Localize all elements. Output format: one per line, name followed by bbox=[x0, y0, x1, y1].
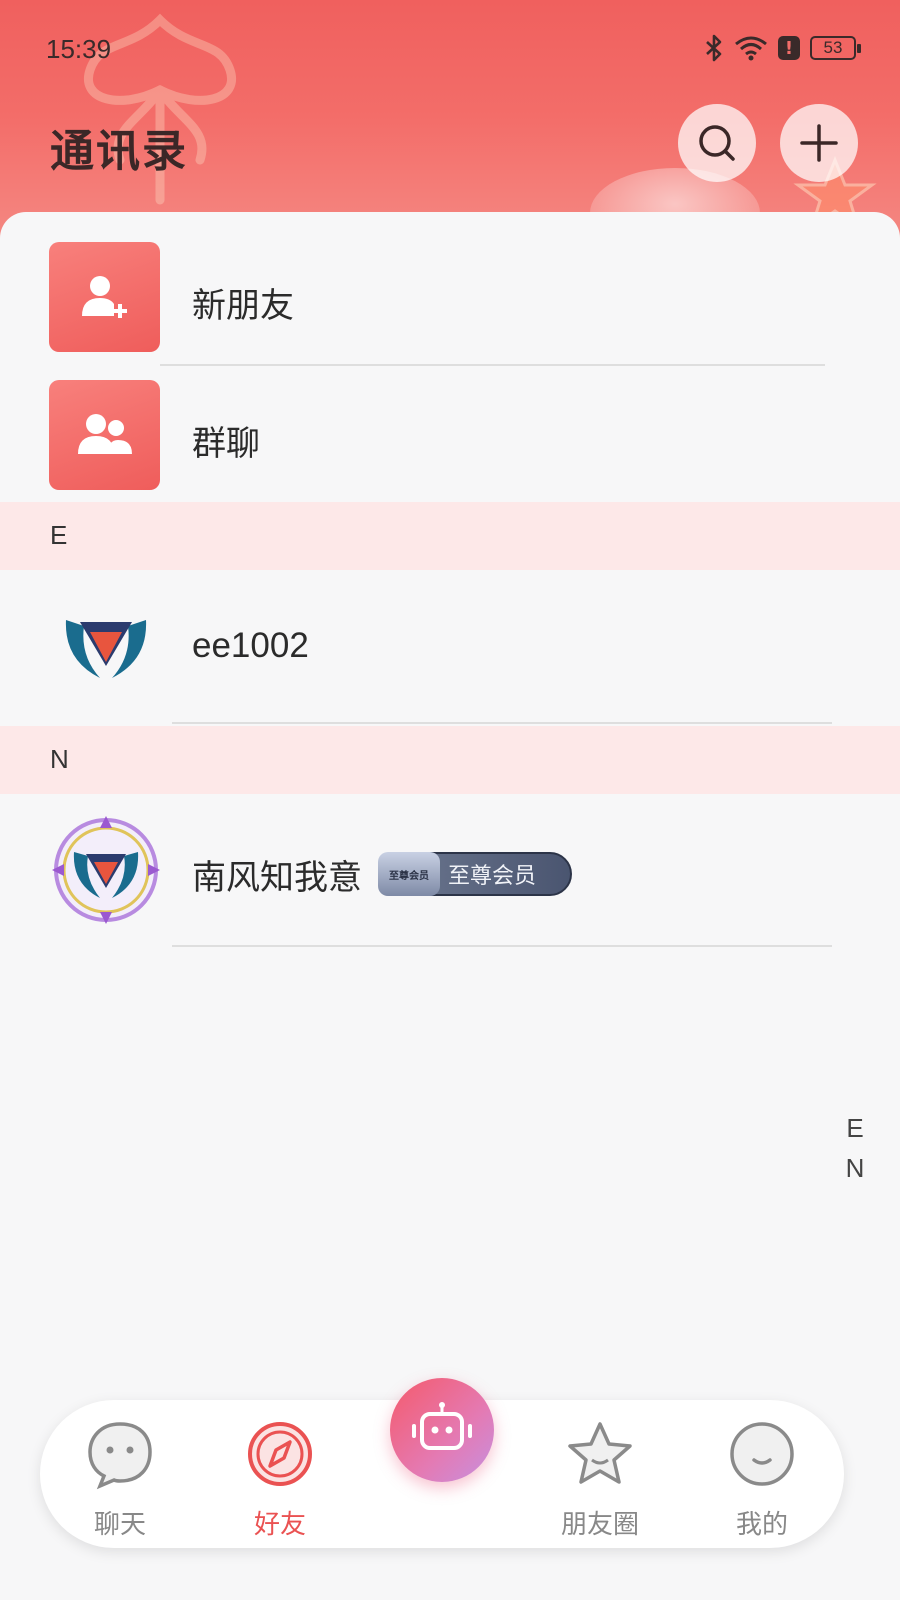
nav-label-me: 我的 bbox=[735, 1510, 788, 1540]
divider bbox=[172, 945, 832, 947]
index-letter-n[interactable]: N bbox=[840, 1148, 870, 1188]
new-friends-row[interactable]: 新朋友 bbox=[0, 212, 900, 352]
search-icon bbox=[699, 125, 735, 161]
section-header-e: E bbox=[0, 502, 900, 570]
index-letter-e[interactable]: E bbox=[840, 1108, 870, 1148]
status-time: 15:39 bbox=[46, 34, 112, 64]
nav-label-friends: 好友 bbox=[253, 1510, 306, 1540]
nav-label-moments: 朋友圈 bbox=[560, 1510, 639, 1540]
status-icons: ! 53 bbox=[704, 34, 861, 62]
compass-icon bbox=[248, 1422, 312, 1486]
vip-badge-label: 至尊会员 bbox=[448, 864, 537, 889]
section-header-n: N bbox=[0, 726, 900, 794]
star-icon bbox=[568, 1422, 632, 1484]
alphabet-index[interactable]: E N bbox=[840, 1108, 870, 1188]
framed-shield-logo-avatar bbox=[52, 816, 160, 924]
contact-row-ee1002[interactable]: ee1002 bbox=[0, 570, 900, 722]
bluetooth-icon bbox=[706, 34, 722, 62]
group-chat-row[interactable]: 群聊 bbox=[0, 350, 900, 490]
wifi-icon bbox=[735, 36, 767, 61]
robot-icon bbox=[412, 1402, 472, 1450]
contact-name: 南风知我意 bbox=[192, 858, 362, 898]
section-letter: E bbox=[50, 520, 68, 550]
divider bbox=[172, 722, 832, 724]
vip-emblem-icon: 至尊会员 bbox=[378, 852, 440, 896]
nav-item-friends[interactable]: 好友 bbox=[220, 1418, 340, 1541]
shield-logo-avatar bbox=[65, 620, 147, 678]
chat-bubble-icon bbox=[88, 1422, 152, 1490]
group-chat-icon bbox=[49, 380, 160, 490]
status-bar: 15:39 ! 53 bbox=[0, 28, 900, 72]
section-letter: N bbox=[50, 744, 69, 774]
smile-face-icon bbox=[730, 1422, 794, 1486]
group-chat-label: 群聊 bbox=[192, 424, 260, 464]
add-friend-icon bbox=[49, 242, 160, 352]
alert-icon: ! bbox=[778, 36, 800, 60]
battery-icon: 53 bbox=[810, 36, 861, 60]
plus-icon bbox=[800, 124, 838, 162]
new-friends-label: 新朋友 bbox=[192, 286, 294, 326]
search-button[interactable] bbox=[678, 104, 756, 182]
ai-assistant-button[interactable] bbox=[390, 1378, 494, 1482]
nav-item-me[interactable]: 我的 bbox=[702, 1418, 822, 1541]
add-button[interactable] bbox=[780, 104, 858, 182]
nav-item-chat[interactable]: 聊天 bbox=[60, 1418, 180, 1541]
contact-row-nanfeng[interactable]: 南风知我意 至尊会员 至尊会员 bbox=[0, 794, 900, 946]
nav-item-moments[interactable]: 朋友圈 bbox=[540, 1418, 660, 1541]
nav-label-chat: 聊天 bbox=[93, 1510, 146, 1540]
page-title: 通讯录 bbox=[50, 126, 188, 177]
vip-badge: 至尊会员 至尊会员 bbox=[378, 852, 572, 896]
contact-name: ee1002 bbox=[192, 626, 309, 665]
